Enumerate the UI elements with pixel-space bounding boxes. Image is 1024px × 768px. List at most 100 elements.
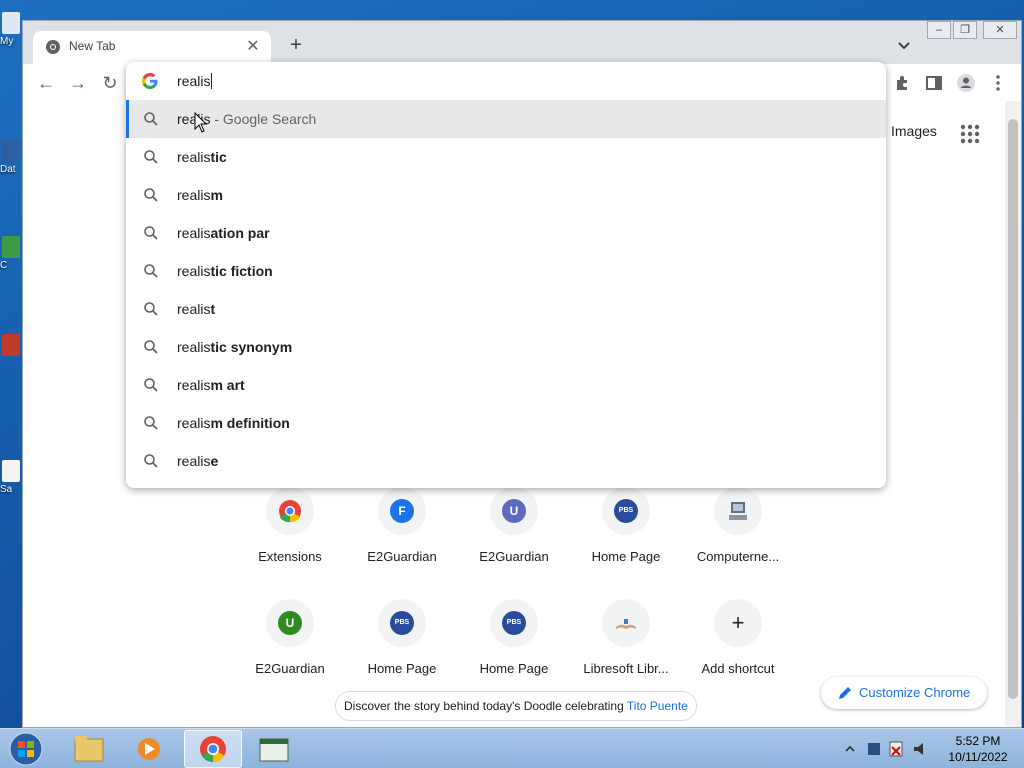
restore-button[interactable]: ❐ bbox=[953, 21, 977, 39]
shortcut-tile bbox=[602, 599, 650, 647]
suggestion-suffix: - Google Search bbox=[210, 111, 317, 127]
shortcut-tile bbox=[266, 487, 314, 535]
close-button[interactable]: ✕ bbox=[983, 21, 1017, 39]
computer-icon bbox=[2, 12, 20, 34]
omnibox-suggestion[interactable]: realisation par bbox=[126, 214, 886, 252]
plus-icon: + bbox=[731, 610, 745, 635]
omnibox-suggestion[interactable]: realism definition bbox=[126, 404, 886, 442]
taskbar-media-player[interactable] bbox=[120, 730, 178, 768]
letter-f-icon: F bbox=[390, 499, 414, 523]
suggestion-text: realism bbox=[177, 187, 223, 203]
shortcut-tile bbox=[714, 487, 762, 535]
desktop-icon-sa[interactable]: Sa bbox=[0, 460, 22, 500]
shortcut-computernet[interactable]: Computerne... bbox=[682, 487, 794, 597]
suggestion-text: realistic bbox=[177, 149, 227, 165]
system-clock[interactable]: 5:52 PM 10/11/2022 bbox=[938, 733, 1018, 765]
suggestion-typed: realis bbox=[177, 225, 211, 241]
shortcut-tile: PBS bbox=[602, 487, 650, 535]
search-icon bbox=[144, 264, 158, 278]
suggestion-text: realise bbox=[177, 453, 218, 469]
pbs-kids-icon: PBS bbox=[502, 611, 526, 635]
shortcut-e2guardian[interactable]: U E2Guardian bbox=[458, 487, 570, 597]
close-icon[interactable]: ✕ bbox=[243, 37, 263, 57]
shortcut-label: Home Page bbox=[591, 549, 661, 564]
search-icon bbox=[144, 112, 158, 126]
profile-icon[interactable] bbox=[953, 70, 979, 96]
start-button[interactable] bbox=[6, 731, 46, 767]
new-tab-button[interactable]: + bbox=[285, 35, 307, 57]
shortcut-label: Libresoft Libr... bbox=[583, 661, 669, 676]
desktop-icon-chrome[interactable]: C bbox=[0, 236, 22, 276]
suggestion-completion: tic synonym bbox=[210, 339, 293, 355]
omnibox-suggestion[interactable]: realist bbox=[126, 290, 886, 328]
desktop-icon-label: My bbox=[0, 36, 14, 47]
suggestion-typed: realis bbox=[177, 415, 211, 431]
shortcut-label: E2Guardian bbox=[255, 661, 325, 676]
taskbar-app[interactable] bbox=[246, 730, 304, 768]
taskbar-chrome[interactable] bbox=[184, 730, 242, 768]
menu-icon[interactable] bbox=[985, 70, 1011, 96]
omnibox-input[interactable]: realis bbox=[177, 73, 213, 89]
computer-icon bbox=[729, 502, 747, 520]
add-shortcut-button[interactable]: + Add shortcut bbox=[682, 599, 794, 709]
search-icon bbox=[144, 150, 158, 164]
omnibox-suggestion[interactable]: realis - Google Search bbox=[126, 100, 886, 138]
volume-icon bbox=[914, 743, 923, 755]
pencil-icon bbox=[839, 687, 851, 699]
omnibox-suggestion[interactable]: realism bbox=[126, 176, 886, 214]
shortcut-label: Add shortcut bbox=[701, 661, 775, 676]
doodle-share-bar: Discover the story behind today's Doodle… bbox=[335, 691, 697, 721]
taskbar-explorer[interactable] bbox=[60, 730, 118, 768]
app-icon bbox=[2, 236, 20, 258]
chevron-down-icon[interactable] bbox=[895, 37, 913, 55]
scrollbar-thumb[interactable] bbox=[1008, 119, 1018, 699]
customize-chrome-button[interactable]: Customize Chrome bbox=[821, 677, 987, 709]
omnibox-suggestion[interactable]: realistic fiction bbox=[126, 252, 886, 290]
search-icon bbox=[144, 416, 158, 430]
tab-strip: New Tab ✕ + – ❐ ✕ bbox=[23, 21, 1021, 64]
scrollbar[interactable] bbox=[1005, 101, 1021, 727]
pbs-kids-icon: PBS bbox=[614, 499, 638, 523]
app-icon bbox=[2, 334, 20, 356]
omnibox-suggestion[interactable]: realism art bbox=[126, 366, 886, 404]
desktop-icon-label: Dat bbox=[0, 164, 16, 175]
shortcut-home-page[interactable]: PBS Home Page bbox=[570, 487, 682, 597]
apps-grid-icon[interactable] bbox=[959, 123, 981, 145]
shortcut-tile: + bbox=[714, 599, 762, 647]
images-link[interactable]: Images bbox=[891, 123, 937, 139]
suggestion-text: realism art bbox=[177, 377, 245, 393]
reload-icon[interactable]: ↻ bbox=[97, 70, 123, 96]
suggestion-completion: tic fiction bbox=[210, 263, 273, 279]
shortcut-label: Home Page bbox=[479, 661, 549, 676]
desktop-icon-my-computer[interactable]: My bbox=[0, 12, 22, 52]
suggestion-text: realistic fiction bbox=[177, 263, 273, 279]
shortcut-e2guardian[interactable]: U E2Guardian bbox=[234, 599, 346, 709]
mouse-cursor-icon bbox=[194, 112, 208, 133]
omnibox[interactable]: realis bbox=[126, 62, 886, 100]
tab-new-tab[interactable]: New Tab ✕ bbox=[33, 31, 271, 64]
desktop-icon-data[interactable]: Dat bbox=[0, 140, 22, 180]
forward-icon[interactable]: → bbox=[65, 70, 91, 96]
suggestion-typed: realis bbox=[177, 453, 211, 469]
extensions-icon[interactable] bbox=[889, 70, 915, 96]
omnibox-suggestion[interactable]: realise bbox=[126, 442, 886, 480]
shortcut-label: E2Guardian bbox=[479, 549, 549, 564]
omnibox-suggestion[interactable]: realistic bbox=[126, 138, 886, 176]
chevron-up-icon bbox=[845, 745, 855, 752]
omnibox-suggestion[interactable]: realistic synonym bbox=[126, 328, 886, 366]
clock-date: 10/11/2022 bbox=[948, 750, 1008, 764]
text-caret bbox=[211, 73, 213, 89]
pbs-kids-icon: PBS bbox=[390, 611, 414, 635]
tab-title: New Tab bbox=[69, 39, 116, 53]
suggestion-completion: e bbox=[210, 453, 219, 469]
shortcut-extensions[interactable]: Extensions bbox=[234, 487, 346, 597]
minimize-button[interactable]: – bbox=[927, 21, 951, 39]
shortcut-e2guardian[interactable]: F E2Guardian bbox=[346, 487, 458, 597]
desktop-icon-label: C bbox=[0, 260, 8, 271]
network-icon bbox=[868, 743, 880, 755]
desktop-icon-app[interactable] bbox=[0, 334, 22, 374]
doodle-link[interactable]: Tito Puente bbox=[627, 699, 688, 713]
search-icon bbox=[144, 340, 158, 354]
side-panel-icon[interactable] bbox=[921, 70, 947, 96]
back-icon[interactable]: ← bbox=[33, 70, 59, 96]
